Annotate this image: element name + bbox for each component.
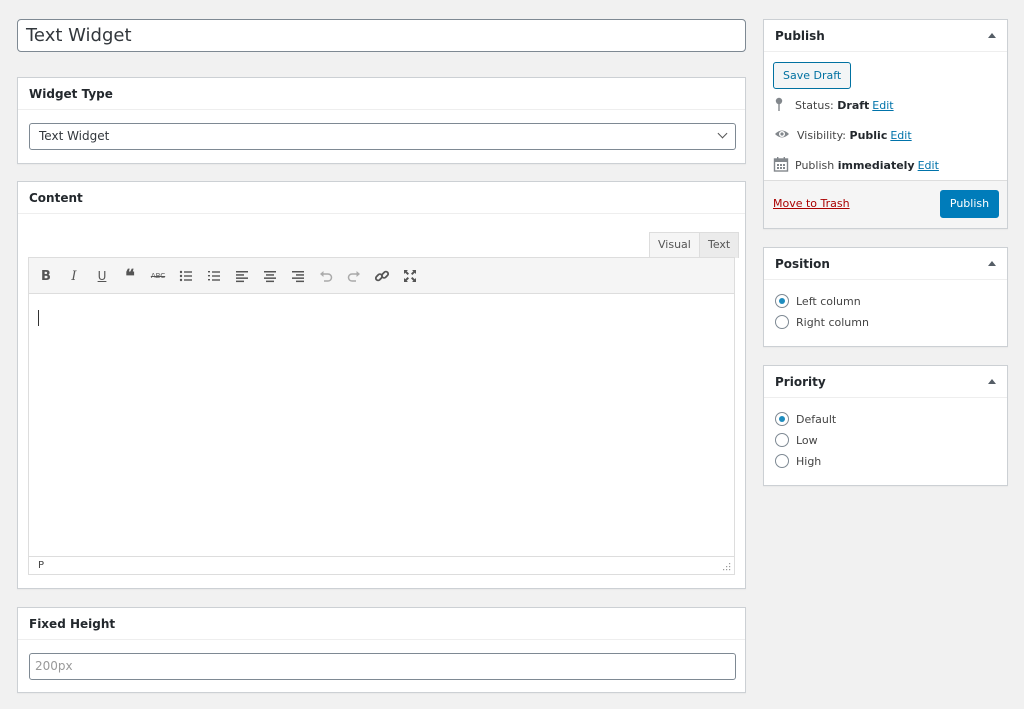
position-box: Position Left column Right column <box>763 247 1008 347</box>
content-heading: Content <box>18 182 745 214</box>
collapse-arrow-icon[interactable] <box>988 379 996 384</box>
radio-right-column[interactable]: Right column <box>775 314 869 332</box>
move-to-trash-link[interactable]: Move to Trash <box>773 197 850 210</box>
edit-status-link[interactable]: Edit <box>872 99 893 112</box>
pin-icon <box>775 97 783 111</box>
editor-toolbar: B I U ❝ ABC <box>29 258 734 294</box>
chevron-down-icon <box>717 128 728 139</box>
tab-text[interactable]: Text <box>699 232 740 258</box>
redo-icon[interactable] <box>344 266 364 286</box>
fixed-height-box: Fixed Height 200px <box>17 607 746 693</box>
resize-handle-icon[interactable] <box>723 563 731 571</box>
radio-label: High <box>796 455 822 468</box>
radio-label: Default <box>796 413 837 426</box>
widget-type-box: Widget Type Text Widget <box>17 77 746 164</box>
italic-icon[interactable]: I <box>64 266 84 286</box>
radio-button[interactable] <box>775 294 789 308</box>
editor-content-area[interactable] <box>29 295 734 557</box>
radio-button[interactable] <box>775 433 789 447</box>
publish-button[interactable]: Publish <box>940 190 999 218</box>
publish-time-value: immediately <box>837 159 915 172</box>
collapse-arrow-icon[interactable] <box>988 261 996 266</box>
collapse-arrow-icon[interactable] <box>988 33 996 38</box>
fixed-height-input[interactable]: 200px <box>29 653 736 680</box>
editor: B I U ❝ ABC P <box>28 257 735 575</box>
tab-visual[interactable]: Visual <box>649 232 700 258</box>
position-heading-text: Position <box>775 257 830 271</box>
visibility-row: Visibility: Public Edit <box>773 126 912 146</box>
publish-heading: Publish <box>764 20 1007 52</box>
edit-publish-time-link[interactable]: Edit <box>918 159 939 172</box>
radio-button[interactable] <box>775 315 789 329</box>
fixed-height-heading: Fixed Height <box>18 608 745 640</box>
editor-statusbar: P <box>29 556 734 574</box>
status-label: Status: <box>795 99 834 112</box>
radio-label: Low <box>796 434 818 447</box>
align-center-icon[interactable] <box>260 266 280 286</box>
widget-type-selected: Text Widget <box>39 129 110 143</box>
visibility-label: Visibility: <box>797 129 847 142</box>
radio-high[interactable]: High <box>775 453 821 471</box>
priority-heading-text: Priority <box>775 375 826 389</box>
widget-type-select[interactable]: Text Widget <box>29 123 736 150</box>
publish-time-label: Publish <box>795 159 835 172</box>
status-row: Status: Draft Edit <box>773 96 894 116</box>
eye-icon <box>775 130 789 138</box>
radio-button[interactable] <box>775 454 789 468</box>
element-path[interactable]: P <box>38 560 44 571</box>
underline-icon[interactable]: U <box>92 266 112 286</box>
save-draft-button[interactable]: Save Draft <box>773 62 852 89</box>
undo-icon[interactable] <box>316 266 336 286</box>
link-icon[interactable] <box>372 266 392 286</box>
radio-default[interactable]: Default <box>775 411 836 429</box>
text-caret <box>38 310 39 326</box>
radio-label: Left column <box>796 295 861 308</box>
edit-visibility-link[interactable]: Edit <box>890 129 911 142</box>
radio-button[interactable] <box>775 412 789 426</box>
bullet-list-icon[interactable] <box>176 266 196 286</box>
align-right-icon[interactable] <box>288 266 308 286</box>
radio-label: Right column <box>796 316 869 329</box>
publish-actions: Move to Trash Publish <box>764 180 1007 228</box>
radio-low[interactable]: Low <box>775 432 818 450</box>
calendar-icon <box>773 157 789 172</box>
publish-box: Publish Save Draft Status: Draft Edit Vis… <box>763 19 1008 229</box>
position-heading: Position <box>764 248 1007 280</box>
numbered-list-icon[interactable] <box>204 266 224 286</box>
priority-heading: Priority <box>764 366 1007 398</box>
fullscreen-icon[interactable] <box>400 266 420 286</box>
blockquote-icon[interactable]: ❝ <box>120 266 140 287</box>
visibility-value: Public <box>849 129 888 142</box>
radio-left-column[interactable]: Left column <box>775 293 861 311</box>
align-left-icon[interactable] <box>232 266 252 286</box>
status-value: Draft <box>837 99 870 112</box>
priority-box: Priority Default Low High <box>763 365 1008 486</box>
bold-icon[interactable]: B <box>36 266 56 286</box>
post-title-input[interactable]: Text Widget <box>17 19 746 52</box>
strikethrough-icon[interactable]: ABC <box>148 266 168 286</box>
publish-heading-text: Publish <box>775 29 825 43</box>
widget-type-heading: Widget Type <box>18 78 745 110</box>
publish-time-row: Publish immediately Edit <box>773 156 939 176</box>
